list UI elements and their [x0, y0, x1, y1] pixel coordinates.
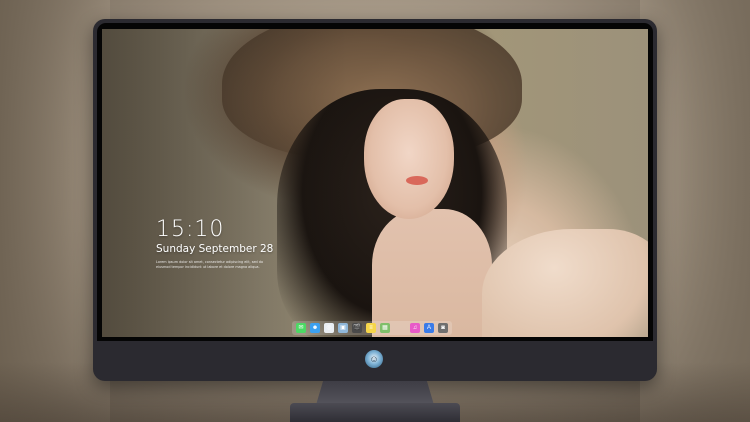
safari-icon[interactable]: ◎ — [324, 323, 334, 333]
photos-icon[interactable]: ▦ — [380, 323, 390, 333]
lock-caption: Lorem ipsum dolor sit amet, consectetur … — [156, 260, 264, 269]
camera-icon[interactable]: ◙ — [438, 323, 448, 333]
clapper-icon[interactable]: 🎬 — [352, 323, 362, 333]
dock-separator — [394, 323, 406, 333]
finder-icon[interactable]: ☻ — [310, 323, 320, 333]
app-store-icon[interactable]: A — [424, 323, 434, 333]
music-icon[interactable]: ♫ — [410, 323, 420, 333]
brand-logo-icon: ☺ — [365, 350, 383, 368]
monitor-stand-base — [290, 403, 460, 422]
dock: ✉ ☻ ◎ ▣ 🎬 ≡ ▦ ♫ A ◙ — [292, 321, 452, 335]
monitor-stand-neck — [316, 381, 434, 405]
screen-bezel: 15:10 Sunday September 28 Lorem ipsum do… — [97, 23, 653, 341]
wallpaper-shade — [102, 29, 648, 337]
lock-clock: 15:10 — [156, 217, 225, 242]
preview-icon[interactable]: ▣ — [338, 323, 348, 333]
messages-icon[interactable]: ✉ — [296, 323, 306, 333]
lock-screen[interactable]: 15:10 Sunday September 28 Lorem ipsum do… — [102, 29, 648, 337]
notes-icon[interactable]: ≡ — [366, 323, 376, 333]
monitor: 15:10 Sunday September 28 Lorem ipsum do… — [93, 19, 657, 381]
lock-date: Sunday September 28 — [156, 243, 274, 255]
